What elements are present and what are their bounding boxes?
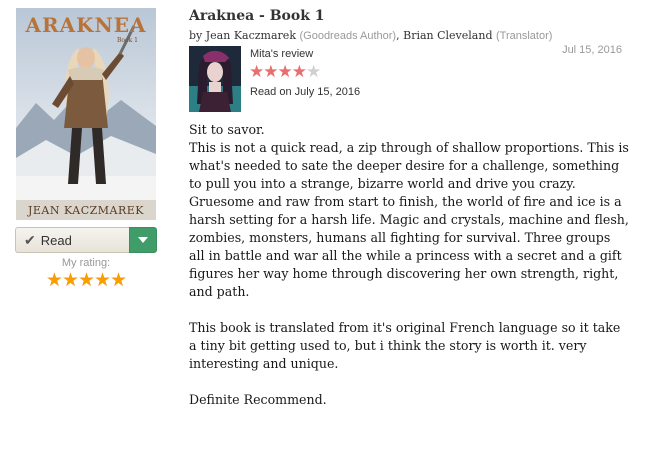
book-cover[interactable]: ARAKNEA Book 1 JEAN KACZMAREK bbox=[16, 8, 156, 220]
my-rating-stars[interactable]: ★★★★★ bbox=[15, 270, 157, 290]
reviewer-review-link[interactable]: Mita's review bbox=[250, 48, 313, 60]
reviewer-avatar[interactable] bbox=[189, 46, 241, 112]
byline-by: by bbox=[189, 29, 203, 42]
review-stars-empty: ★ bbox=[305, 62, 321, 82]
review-paragraph: This is not a quick read, a zip through … bbox=[189, 140, 629, 191]
check-icon: ✔ bbox=[24, 231, 36, 248]
author-role: (Goodreads Author) bbox=[299, 30, 397, 42]
chevron-down-icon bbox=[138, 237, 148, 243]
review-paragraph: Definite Recommend. bbox=[189, 392, 327, 407]
byline: by Jean Kaczmarek (Goodreads Author), Br… bbox=[189, 29, 552, 42]
shelf-control: ✔ Read bbox=[15, 227, 157, 253]
read-status-button[interactable]: ✔ Read bbox=[15, 227, 129, 253]
review-date[interactable]: Jul 15, 2016 bbox=[520, 44, 622, 56]
book-title[interactable]: Araknea - Book 1 bbox=[189, 8, 325, 24]
cover-author: JEAN KACZMAREK bbox=[27, 204, 144, 217]
my-rating-label: My rating: bbox=[61, 257, 111, 269]
review-stars-filled: ★★★★ bbox=[249, 62, 307, 82]
review-paragraph: This book is translated from it's origin… bbox=[189, 320, 621, 371]
review-rating-stars: ★★★★★ bbox=[249, 62, 321, 82]
translator-link[interactable]: Brian Cleveland bbox=[403, 29, 492, 42]
review-paragraph: Gruesome and raw from start to finish, t… bbox=[189, 194, 629, 299]
review-paragraph: Sit to savor. bbox=[189, 122, 265, 137]
author-link[interactable]: Jean Kaczmarek bbox=[206, 29, 296, 42]
review-body: Sit to savor. This is not a quick read, … bbox=[189, 121, 629, 409]
cover-title: ARAKNEA bbox=[24, 13, 146, 37]
translator-role: (Translator) bbox=[495, 30, 553, 42]
read-on-date: Read on July 15, 2016 bbox=[250, 86, 361, 98]
cover-subtitle: Book 1 bbox=[117, 37, 138, 44]
byline-separator: , bbox=[396, 29, 400, 42]
shelf-dropdown-button[interactable] bbox=[129, 227, 157, 253]
read-status-label: Read bbox=[40, 232, 72, 248]
